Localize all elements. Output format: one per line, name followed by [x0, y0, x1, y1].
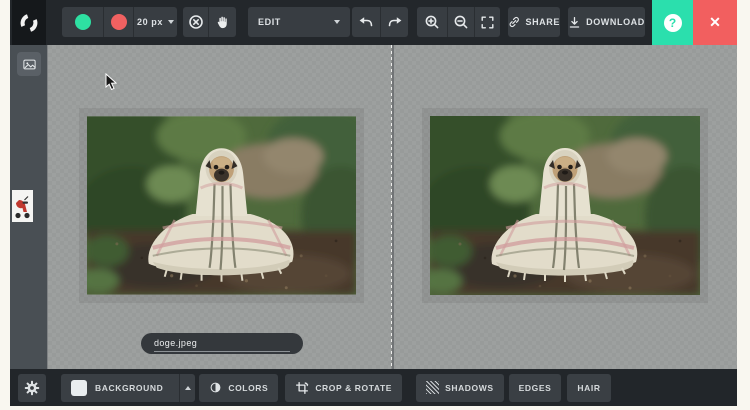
caret-down-icon [334, 20, 340, 24]
mark-pan-group [183, 7, 236, 37]
crop-rotate-icon [295, 381, 309, 395]
brush-size-dropdown[interactable]: 20 px [133, 7, 177, 37]
thumbnail-doge[interactable] [10, 97, 35, 143]
colors-button[interactable]: COLORS [199, 374, 278, 402]
shadows-icon [426, 381, 439, 394]
filename-text: doge.jpeg [154, 336, 290, 352]
zoom-out-icon [453, 14, 469, 30]
background-dropdown[interactable]: BACKGROUND [61, 374, 195, 402]
edit-mode-dropdown[interactable]: EDIT [248, 7, 350, 37]
logo-icon [18, 12, 40, 34]
hair-button[interactable]: HAIR [567, 374, 610, 402]
fullscreen-icon [480, 15, 495, 30]
result-image[interactable] [430, 116, 700, 295]
mouse-cursor [105, 73, 117, 91]
background-label: BACKGROUND [95, 383, 163, 393]
pan-tool-button[interactable] [208, 7, 236, 37]
image-editor-window: 20 px EDIT [10, 0, 737, 406]
download-icon [568, 16, 581, 29]
brush-tools-group: 20 px [62, 7, 177, 37]
help-button[interactable]: ? [652, 0, 693, 45]
bottom-toolbar: BACKGROUND COLORS CROP & ROTATE SHADOWS [10, 369, 737, 406]
gear-icon [24, 380, 40, 396]
zoom-group [417, 7, 500, 37]
colors-label: COLORS [228, 383, 268, 393]
editing-canvas[interactable]: doge.jpeg [47, 45, 737, 369]
zoom-in-button[interactable] [417, 7, 447, 37]
clear-marks-icon [188, 14, 204, 30]
download-button[interactable]: DOWNLOAD [568, 7, 645, 37]
undo-button[interactable] [352, 7, 380, 37]
clear-marks-button[interactable] [183, 7, 208, 37]
share-link-icon [508, 15, 520, 29]
image-sidebar [10, 45, 47, 369]
remove-red-dot-icon [111, 14, 127, 30]
original-image[interactable] [87, 116, 356, 295]
shadows-label: SHADOWS [445, 383, 494, 393]
caret-down-icon [168, 20, 174, 24]
keep-green-dot-icon [75, 14, 91, 30]
background-swatch [71, 380, 87, 396]
share-button[interactable]: SHARE [508, 7, 560, 37]
edges-label: EDGES [519, 383, 552, 393]
gallery-button[interactable] [17, 52, 41, 76]
close-icon: ✕ [709, 14, 721, 31]
history-group [352, 7, 408, 37]
redo-icon [387, 15, 403, 29]
thumbnail-scooter[interactable] [12, 190, 33, 222]
zoom-in-icon [424, 14, 440, 30]
keep-tool-button[interactable] [62, 7, 103, 37]
download-label: DOWNLOAD [586, 17, 645, 27]
hair-label: HAIR [577, 383, 600, 393]
undo-icon [358, 15, 374, 29]
filename-field[interactable]: doge.jpeg [141, 333, 303, 354]
caret-up-icon [185, 386, 191, 390]
app-logo[interactable] [12, 0, 46, 45]
close-button[interactable]: ✕ [693, 0, 737, 45]
brush-size-value: 20 px [137, 17, 163, 27]
edit-mode-label: EDIT [258, 17, 281, 27]
gallery-icon [22, 57, 37, 72]
edges-button[interactable]: EDGES [509, 374, 562, 402]
main-area: doge.jpeg [10, 45, 737, 369]
top-toolbar: 20 px EDIT [10, 0, 737, 45]
share-label: SHARE [525, 17, 560, 27]
shadows-button[interactable]: SHADOWS [416, 374, 504, 402]
help-icon: ? [664, 14, 682, 32]
colors-icon [209, 381, 222, 394]
redo-button[interactable] [380, 7, 408, 37]
panel-divider [391, 45, 394, 369]
settings-button[interactable] [18, 374, 46, 402]
fullscreen-button[interactable] [474, 7, 500, 37]
zoom-out-button[interactable] [447, 7, 474, 37]
remove-tool-button[interactable] [103, 7, 133, 37]
crop-rotate-label: CROP & ROTATE [315, 383, 392, 393]
crop-rotate-button[interactable]: CROP & ROTATE [285, 374, 402, 402]
pan-hand-icon [215, 15, 230, 30]
background-caret-button[interactable] [179, 374, 195, 402]
